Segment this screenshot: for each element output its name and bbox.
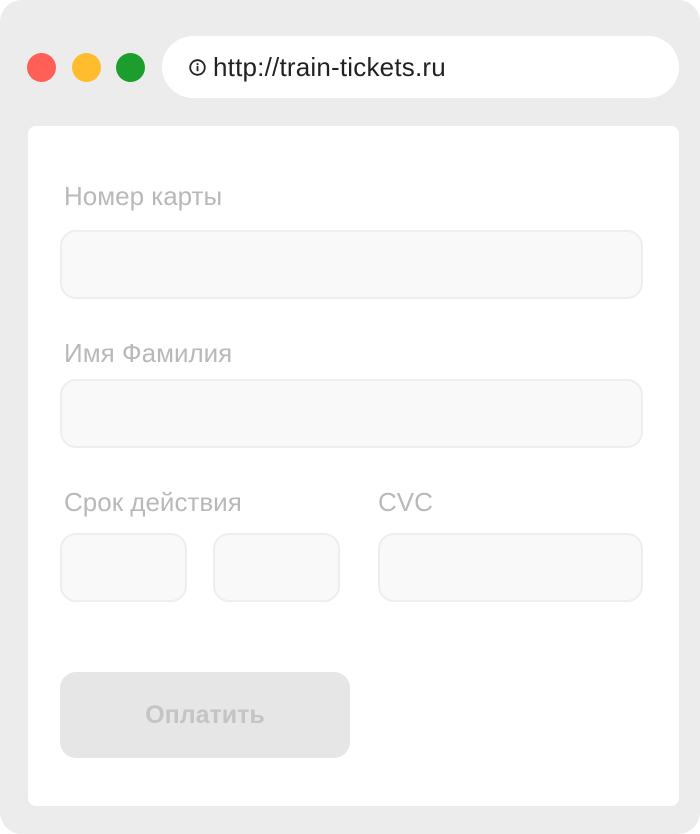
payment-form: Номер карты Имя Фамилия Срок действия CV… bbox=[28, 126, 679, 806]
maximize-window-button[interactable] bbox=[116, 53, 145, 82]
cardholder-name-field[interactable] bbox=[60, 379, 643, 448]
expiry-year-field[interactable] bbox=[213, 533, 340, 602]
cvc-field[interactable] bbox=[378, 533, 643, 602]
name-label: Имя Фамилия bbox=[64, 338, 233, 368]
browser-window: http://train-tickets.ru Номер карты Имя … bbox=[0, 0, 700, 834]
info-icon[interactable] bbox=[189, 58, 206, 76]
pay-button[interactable]: Оплатить bbox=[60, 672, 350, 758]
minimize-window-button[interactable] bbox=[72, 53, 101, 82]
card-number-label: Номер карты bbox=[64, 181, 223, 211]
expiry-month-field[interactable] bbox=[60, 533, 187, 602]
expiry-label: Срок действия bbox=[64, 487, 242, 517]
close-window-button[interactable] bbox=[27, 53, 56, 82]
url-text: http://train-tickets.ru bbox=[213, 51, 446, 82]
cvc-label: CVC bbox=[378, 487, 433, 517]
card-number-field[interactable] bbox=[60, 230, 643, 299]
address-bar[interactable]: http://train-tickets.ru bbox=[162, 36, 679, 98]
